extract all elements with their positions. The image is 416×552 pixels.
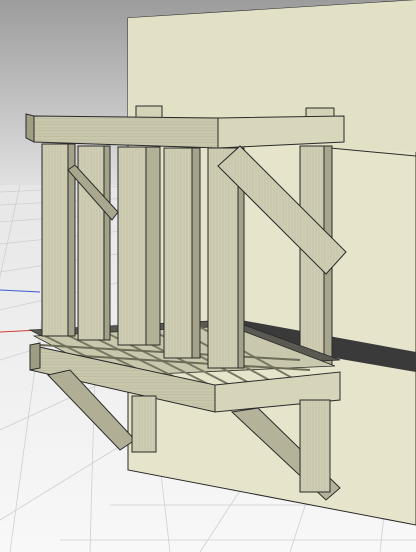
beam-end	[29, 342, 41, 371]
front-balusters	[41, 143, 245, 369]
top-rail-front	[33, 115, 219, 149]
top-rail-side	[217, 115, 345, 149]
top-rail-end	[25, 113, 35, 143]
left-lower-support	[131, 395, 157, 453]
scene-canvas[interactable]	[0, 0, 416, 552]
3d-viewport[interactable]	[0, 0, 416, 552]
right-lower-support	[299, 399, 331, 493]
